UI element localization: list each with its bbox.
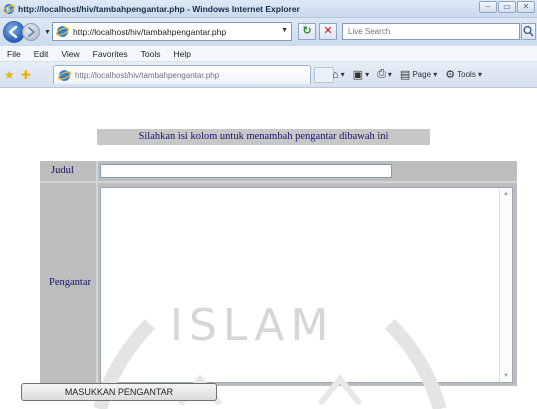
row-divider <box>40 181 517 183</box>
maximize-button[interactable]: ▭ <box>498 1 516 13</box>
page-content: Silahkan isi kolom untuk menambah pengan… <box>0 89 537 409</box>
page-menu-icon: ▤ <box>399 69 411 81</box>
pengantar-label: Pengantar <box>49 277 91 288</box>
ie-logo-icon: e <box>3 3 15 14</box>
textarea-scrollbar[interactable]: ▲ ▼ <box>499 188 512 382</box>
address-text[interactable]: http://localhost/hiv/tambahpengantar.php <box>73 27 248 37</box>
menu-help[interactable]: Help <box>173 49 190 59</box>
favorites-bar: ★ ✚ http://localhost/hiv/tambahpengantar… <box>0 62 537 88</box>
home-button[interactable]: ⌂ ▾ <box>332 69 345 81</box>
submit-pengantar-button[interactable]: MASUKKAN PENGANTAR <box>21 383 217 401</box>
window-controls: – ▭ ✕ <box>479 1 535 13</box>
refresh-icon: ↻ <box>302 25 312 37</box>
minimize-button[interactable]: – <box>479 1 497 13</box>
tools-menu-button[interactable]: ⚙ Tools ▾ <box>445 68 482 81</box>
svg-text:e: e <box>6 6 10 13</box>
scroll-up-icon[interactable]: ▲ <box>503 191 509 197</box>
close-button[interactable]: ✕ <box>517 1 535 13</box>
command-bar: ⌂ ▾ ▣ ▾ ⎙ ▾ ▤ Page ▾ ⚙ Tools ▾ <box>332 68 490 81</box>
menu-view[interactable]: View <box>61 49 79 59</box>
refresh-button[interactable]: ↻ <box>298 23 316 40</box>
search-input[interactable] <box>343 24 503 39</box>
address-toolbar: ▼ http://localhost/hiv/tambahpengantar.p… <box>0 18 537 46</box>
scroll-down-icon[interactable]: ▼ <box>503 373 509 379</box>
tab-page-icon <box>58 69 71 81</box>
judul-label: Judul <box>51 165 74 176</box>
menu-bar: File Edit View Favorites Tools Help <box>0 46 537 62</box>
new-tab-button[interactable] <box>314 67 334 83</box>
back-icon <box>8 25 18 39</box>
tab-title[interactable]: http://localhost/hiv/tambahpengantar.php <box>75 71 265 80</box>
address-field[interactable]: http://localhost/hiv/tambahpengantar.php… <box>52 22 292 41</box>
menu-tools[interactable]: Tools <box>141 49 161 59</box>
page-menu-label: Page <box>412 70 432 79</box>
address-dropdown-icon[interactable]: ▼ <box>281 27 288 34</box>
tools-menu-label: Tools <box>457 70 476 79</box>
menu-edit[interactable]: Edit <box>34 49 49 59</box>
feeds-button[interactable]: ▣ ▾ <box>353 68 369 81</box>
stop-button[interactable]: ✕ <box>319 23 337 40</box>
tools-icon: ⚙ <box>445 69 456 81</box>
menu-file[interactable]: File <box>7 49 21 59</box>
search-box[interactable] <box>342 23 520 40</box>
window-titlebar: e http://localhost/hiv/tambahpengantar.p… <box>0 0 537 18</box>
print-icon: ⎙ <box>377 68 386 80</box>
pengantar-textarea[interactable] <box>101 188 499 382</box>
forward-button[interactable] <box>22 23 40 41</box>
print-button[interactable]: ⎙ ▾ <box>377 68 392 81</box>
menu-favorites[interactable]: Favorites <box>93 49 128 59</box>
feeds-icon: ▣ <box>352 69 364 81</box>
form-table: Judul Pengantar ▲ ▼ <box>40 161 517 386</box>
page-heading: Silahkan isi kolom untuk menambah pengan… <box>97 129 430 145</box>
window-title: http://localhost/hiv/tambahpengantar.php… <box>18 3 300 14</box>
search-icon <box>523 25 534 37</box>
column-divider <box>96 161 98 386</box>
pengantar-textarea-wrapper: ▲ ▼ <box>100 187 513 383</box>
stop-icon: ✕ <box>323 25 333 37</box>
judul-input[interactable] <box>100 164 392 178</box>
page-icon <box>56 26 69 37</box>
forward-icon <box>28 27 35 37</box>
search-button[interactable] <box>521 23 536 40</box>
page-menu-button[interactable]: ▤ Page ▾ <box>400 68 437 81</box>
home-icon: ⌂ <box>332 68 339 81</box>
favorites-star-icon[interactable]: ★ <box>4 68 15 82</box>
add-favorites-icon[interactable]: ✚ <box>21 68 31 82</box>
browser-tab[interactable]: http://localhost/hiv/tambahpengantar.php <box>53 65 334 84</box>
